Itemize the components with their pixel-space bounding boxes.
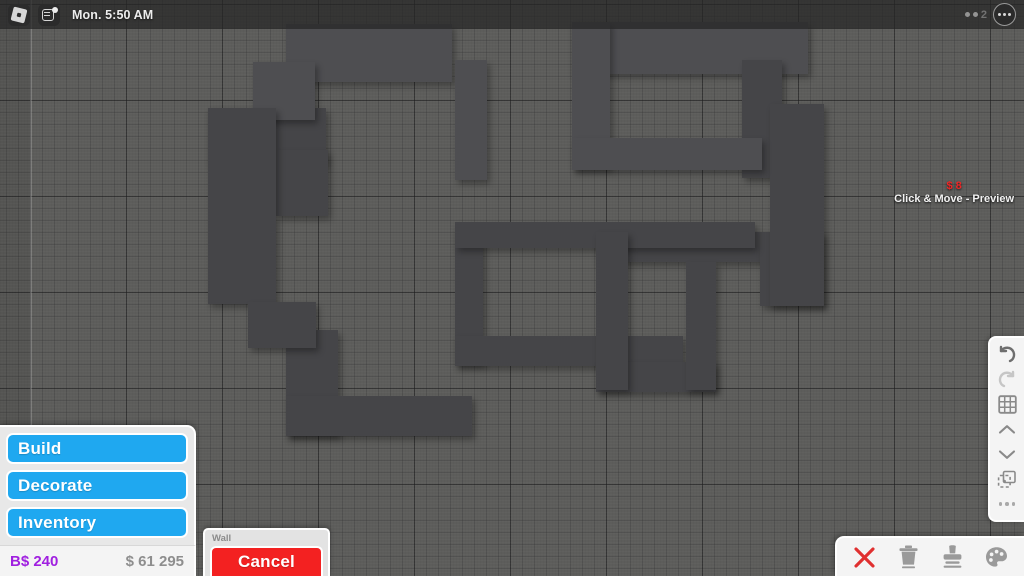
player-count[interactable]: 2 bbox=[964, 8, 987, 21]
active-tool-title: Wall bbox=[212, 533, 232, 544]
redo-icon[interactable] bbox=[994, 368, 1020, 390]
wall-segment[interactable] bbox=[248, 302, 316, 348]
build-tools-sidebar bbox=[988, 336, 1024, 522]
top-bar-right-group: 2 bbox=[964, 3, 1016, 26]
wall-segment[interactable] bbox=[455, 60, 487, 180]
top-bar: Mon. 5:50 AM 2 bbox=[0, 0, 1024, 29]
chevron-down-icon[interactable] bbox=[994, 443, 1020, 465]
decorate-button[interactable]: Decorate bbox=[6, 470, 188, 501]
active-tool-panel: Wall Cancel bbox=[203, 528, 330, 576]
object-actions-toolbar bbox=[835, 536, 1024, 576]
wall-segment[interactable] bbox=[276, 150, 328, 216]
close-icon[interactable] bbox=[848, 542, 882, 572]
stamp-icon[interactable] bbox=[935, 542, 969, 572]
main-menu-panel: Build Decorate Inventory bbox=[0, 425, 196, 545]
player-count-value: 2 bbox=[980, 8, 987, 21]
currency-bar: B$ 240 $ 61 295 bbox=[0, 545, 196, 576]
wall-segment[interactable] bbox=[686, 262, 716, 390]
grid-icon[interactable] bbox=[994, 393, 1020, 415]
wall-segment[interactable] bbox=[596, 232, 628, 390]
game-clock: Mon. 5:50 AM bbox=[72, 7, 154, 22]
wall-segment[interactable] bbox=[572, 138, 762, 170]
chat-icon[interactable] bbox=[38, 3, 60, 26]
more-options-icon[interactable] bbox=[993, 3, 1016, 26]
duplicate-icon[interactable] bbox=[994, 468, 1020, 490]
build-button[interactable]: Build bbox=[6, 433, 188, 464]
more-icon[interactable] bbox=[994, 493, 1020, 515]
wall-segment[interactable] bbox=[770, 104, 824, 306]
inventory-button[interactable]: Inventory bbox=[6, 507, 188, 538]
wall-segment[interactable] bbox=[208, 108, 276, 304]
cancel-button[interactable]: Cancel bbox=[210, 546, 323, 576]
wall-segment[interactable] bbox=[286, 396, 472, 436]
palette-icon[interactable] bbox=[979, 542, 1013, 572]
roblox-logo-icon[interactable] bbox=[8, 3, 30, 26]
trash-icon[interactable] bbox=[892, 542, 926, 572]
undo-icon[interactable] bbox=[994, 343, 1020, 365]
cash-value: $ 61 295 bbox=[125, 552, 184, 570]
chevron-up-icon[interactable] bbox=[994, 418, 1020, 440]
bloxburg-bucks-value: B$ 240 bbox=[10, 552, 59, 570]
